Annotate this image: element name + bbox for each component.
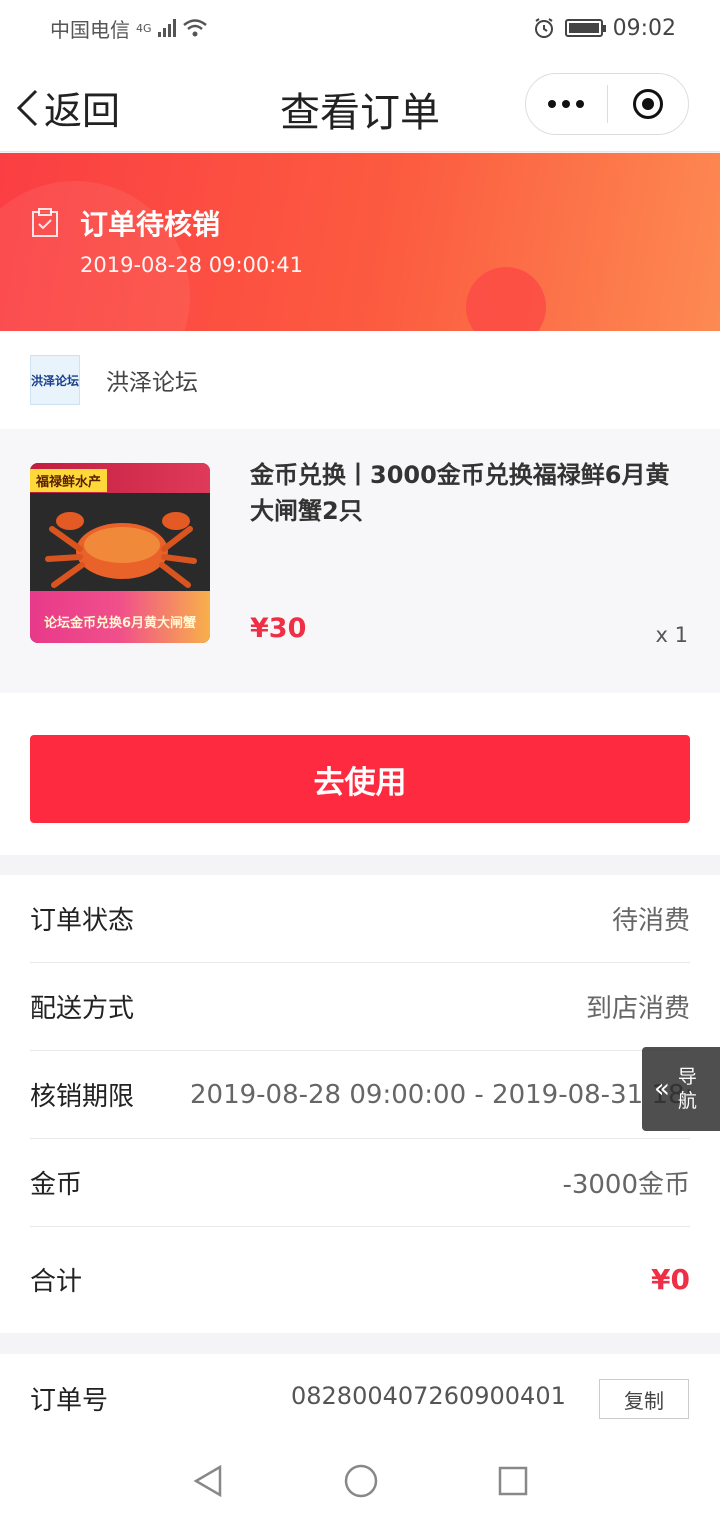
miniprogram-capsule [525, 73, 689, 135]
info-row-validity: 核销期限 2019-08-28 09:00:00 - 2019-08-31 18… [30, 1051, 690, 1139]
product-price: ¥30 [250, 613, 307, 644]
home-circle-icon[interactable] [344, 1464, 378, 1498]
order-info-list: 订单状态 待消费 配送方式 到店消费 核销期限 2019-08-28 09:00… [0, 875, 720, 1333]
close-miniprogram-button[interactable] [608, 89, 689, 119]
shop-name: 洪泽论坛 [106, 370, 198, 396]
more-dots-icon[interactable] [526, 100, 607, 108]
status-value: 待消费 [611, 906, 690, 936]
shop-logo: 洪泽论坛 [30, 355, 80, 405]
info-row-coins: 金币 -3000金币 [30, 1139, 690, 1227]
banner-decoration-circle [466, 267, 546, 331]
signal-icon [157, 19, 176, 37]
coins-label: 金币 [30, 1170, 83, 1200]
system-nav-bar [0, 1442, 720, 1520]
crab-image [45, 512, 197, 588]
info-row-delivery: 配送方式 到店消费 [30, 963, 690, 1051]
floating-nav-label: 导航 [677, 1066, 697, 1112]
battery-icon [564, 19, 606, 37]
thumbnail-caption: 论坛金币兑换6月黄大闸蟹 [43, 616, 197, 631]
thumbnail-tag: 福禄鲜水产 [30, 469, 108, 492]
delivery-label: 配送方式 [30, 994, 135, 1024]
status-bar: 中国电信 4G 09:02 [0, 0, 720, 56]
floating-nav-button[interactable]: « 导航 [642, 1047, 720, 1131]
action-area: 去使用 [0, 693, 720, 855]
target-icon [632, 89, 663, 119]
copy-button[interactable]: 复制 [599, 1379, 689, 1419]
total-label: 合计 [30, 1266, 83, 1297]
product-thumbnail: 福禄鲜水产 论坛金币兑换6月黄大闸蟹 [30, 463, 210, 643]
wifi-icon [182, 19, 207, 37]
order-number-row: 订单号 082800407260900401 复制 [0, 1354, 720, 1442]
product-quantity: x 1 [655, 623, 688, 647]
status-left: 中国电信 4G [50, 14, 208, 43]
order-number-label: 订单号 [30, 1386, 109, 1416]
validity-value: 2019-08-28 09:00:00 - 2019-08-31 18:22:3… [190, 1079, 690, 1110]
total-value: ¥0 [651, 1262, 690, 1296]
info-row-status: 订单状态 待消费 [30, 875, 690, 963]
status-right: 09:02 [533, 16, 676, 41]
shop-row[interactable]: 洪泽论坛 洪泽论坛 [0, 331, 720, 429]
carrier-name: 中国电信 [50, 17, 130, 42]
order-status-banner: 订单待核销 2019-08-28 09:00:41 [0, 153, 720, 331]
clock-time: 09:02 [612, 15, 676, 41]
order-number-value: 082800407260900401 [291, 1382, 566, 1410]
back-triangle-icon[interactable] [192, 1464, 224, 1498]
validity-label: 核销期限 [30, 1082, 135, 1112]
order-status-time: 2019-08-28 09:00:41 [80, 253, 304, 277]
status-label: 订单状态 [30, 906, 135, 936]
info-row-total: 合计 ¥0 [30, 1227, 690, 1331]
product-title: 金币兑换丨3000金币兑换福禄鲜6月黄大闸蟹2只 [250, 461, 670, 525]
recent-square-icon[interactable] [498, 1466, 528, 1496]
product-card[interactable]: 福禄鲜水产 论坛金币兑换6月黄大闸蟹 金币兑换丨3000金币兑换福禄鲜6月黄大闸… [0, 429, 720, 693]
nav-bar: 返回 查看订单 [0, 56, 720, 152]
use-button[interactable]: 去使用 [30, 735, 690, 823]
order-check-icon [32, 208, 58, 237]
network-type: 4G [136, 21, 152, 35]
coins-value: -3000金币 [562, 1170, 690, 1200]
alarm-icon [534, 18, 553, 38]
double-chevron-left-icon: « [654, 1074, 670, 1104]
order-status-title: 订单待核销 [80, 208, 221, 241]
delivery-value: 到店消费 [585, 994, 690, 1024]
